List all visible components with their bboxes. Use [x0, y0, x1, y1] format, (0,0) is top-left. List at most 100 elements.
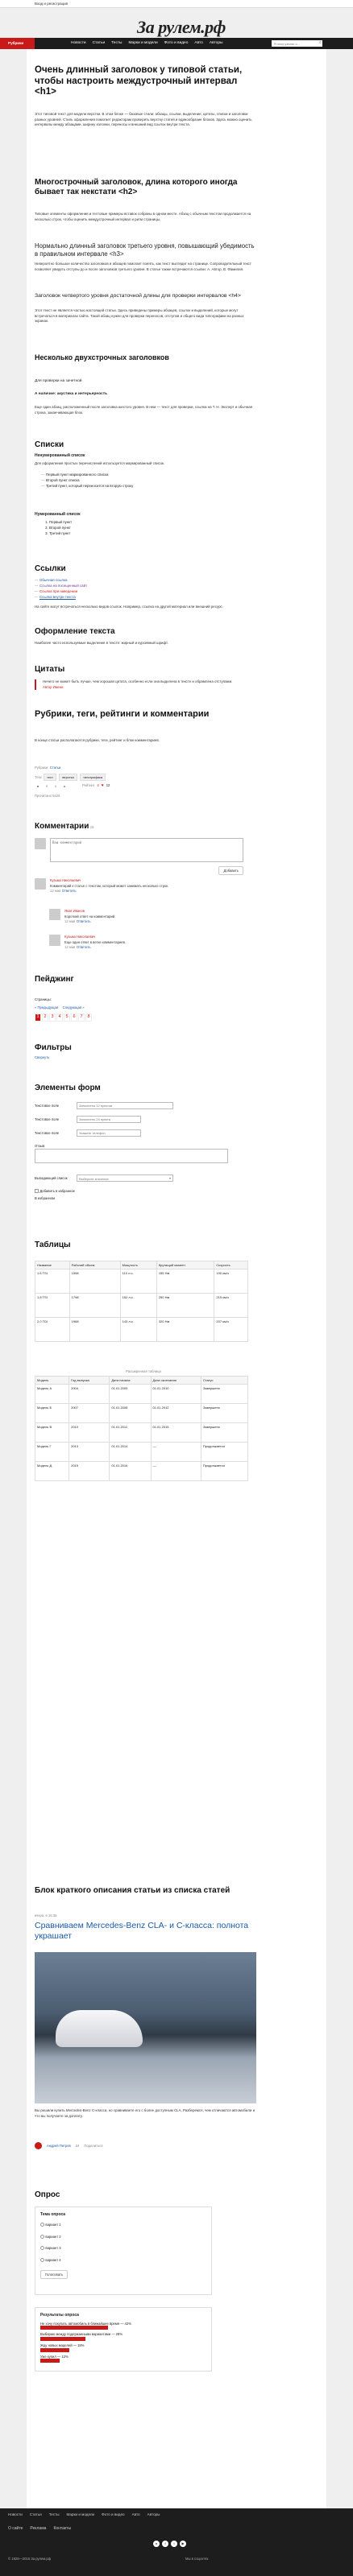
reply-link[interactable]: Ответить	[62, 889, 77, 893]
paging-title: Пейджинг	[35, 975, 74, 984]
youtube-icon[interactable]: ▶	[180, 2541, 186, 2547]
rubrics-menu-button[interactable]: Рубрики	[0, 38, 35, 49]
comment-author[interactable]: Кузьма Николаевич	[50, 878, 81, 882]
nav-item-articles[interactable]: Статьи	[93, 41, 106, 46]
main-nav: Рубрики Новости Статьи Тесты Марки и мод…	[0, 38, 353, 49]
paging-next[interactable]: Следующая »	[63, 1005, 85, 1009]
page-number[interactable]: 3	[49, 1013, 56, 1022]
vote-button[interactable]: Голосовать	[40, 2269, 69, 2280]
review-textarea[interactable]	[35, 1148, 228, 1163]
twitter-icon[interactable]: t	[52, 783, 59, 790]
facebook-icon[interactable]: f	[44, 783, 50, 790]
paging-prev[interactable]: « Предыдущая	[35, 1005, 58, 1009]
copyright: © 1928—2016 За рулем.рф	[8, 2557, 52, 2561]
site-logo[interactable]: За рулем.рф	[137, 15, 226, 39]
radio[interactable]	[40, 2234, 44, 2239]
typography-title: Оформление текста	[35, 627, 115, 636]
page-number[interactable]: 4	[56, 1013, 63, 1022]
content-area: Очень длинный заголовок у типовой статьи…	[27, 49, 326, 2508]
footer-link[interactable]: О сайте	[8, 2526, 23, 2532]
table-header-row: Название Рабочий объем Мощность Крутящий мо…	[35, 1260, 248, 1270]
footer-link[interactable]: Контакты	[53, 2526, 71, 2532]
comment-author[interactable]: Яков Иванов	[64, 909, 85, 913]
tag[interactable]: тест	[44, 774, 56, 782]
comment-submit-button[interactable]: Добавить	[218, 865, 243, 876]
nav-item-news[interactable]: Новости	[71, 41, 86, 46]
radio[interactable]	[40, 2222, 44, 2227]
table-2: Расширенная таблица Модель Год выпуска Дат…	[34, 1369, 252, 1482]
login-link[interactable]: Вход и регистрация	[35, 2, 68, 6]
search-input[interactable]	[272, 40, 322, 47]
page-number[interactable]: 8	[85, 1013, 92, 1022]
phone-field[interactable]	[77, 1129, 141, 1137]
rubrics-paragraph: В конце статьи располагаются рубрики, те…	[35, 738, 160, 742]
twitter-icon[interactable]: t	[171, 2541, 177, 2547]
select-dropdown[interactable]: Выберите значение ▾	[77, 1174, 173, 1182]
rubric-link[interactable]: Статьи	[50, 766, 61, 770]
links-list: Обычная ссылка Ссылка на посещенный сайт…	[35, 577, 256, 600]
footer-link[interactable]: Авторы	[147, 2512, 160, 2517]
nav-items: Новости Статьи Тесты Марки и модели Фото…	[71, 41, 222, 46]
reply-link[interactable]: Ответить	[77, 919, 91, 923]
footer-link[interactable]: Фото и видео	[102, 2512, 124, 2517]
heading-h3: Нормально длинный заголовок третьего уро…	[35, 242, 255, 258]
nav-item-auto[interactable]: Авто	[194, 41, 202, 46]
paragraph-4: Этот текст не является частью настоящей …	[35, 308, 244, 324]
comment: Кузьма Николаевич Комментарий к статье с…	[35, 878, 256, 894]
poll-title: Опрос	[35, 2190, 60, 2199]
filters-title: Фильтры	[35, 1043, 72, 1052]
share-row: в f t о Рейтинг 4 ♥ 12	[35, 783, 256, 790]
nav-item-brands[interactable]: Марки и модели	[129, 41, 158, 46]
vk-icon[interactable]: в	[153, 2541, 160, 2547]
text-field[interactable]	[77, 1116, 141, 1123]
footer-link[interactable]: Реклама	[30, 2526, 46, 2532]
nav-item-authors[interactable]: Авторы	[210, 41, 223, 46]
article-photo[interactable]	[35, 1952, 256, 2103]
tag[interactable]: типографика	[80, 774, 106, 782]
ok-icon[interactable]: о	[61, 783, 68, 790]
form-row: Текстовое поле	[35, 1102, 256, 1109]
footer-link[interactable]: Авто	[132, 2512, 140, 2517]
page-number[interactable]: 6	[71, 1013, 77, 1022]
like-icon[interactable]: ♥	[102, 783, 104, 790]
quotes-title: Цитаты	[35, 665, 65, 674]
like-count: 12	[106, 783, 110, 787]
search-icon[interactable]: ⌕	[319, 40, 326, 47]
comment-textarea[interactable]	[50, 838, 243, 862]
top-bar: Вход и регистрация	[0, 0, 353, 8]
comment-author[interactable]: Кузьма Николаевич	[64, 935, 95, 939]
quote-author[interactable]: Автор Имени	[43, 685, 256, 690]
footer-link[interactable]: Тесты	[49, 2512, 60, 2517]
tag[interactable]: верстка	[59, 774, 77, 782]
vk-icon[interactable]: в	[35, 783, 41, 790]
radio[interactable]	[40, 2258, 44, 2263]
nav-item-media[interactable]: Фото и видео	[164, 41, 189, 46]
footer-link[interactable]: Новости	[8, 2512, 23, 2517]
radio[interactable]	[40, 2246, 44, 2251]
nav-item-tests[interactable]: Тесты	[111, 41, 122, 46]
text-field[interactable]	[77, 1102, 173, 1109]
link-normal[interactable]: Обычная ссылка	[39, 578, 67, 582]
footer-link[interactable]: Статьи	[30, 2512, 42, 2517]
filters-toggle-link[interactable]: Свернуть	[35, 1055, 49, 1059]
links-title: Ссылки	[35, 564, 66, 573]
paging-prev-next: « Предыдущая Следующая »	[35, 1005, 256, 1011]
brief-headline[interactable]: Сравниваем Mercedes-Benz CLA- и C-класса…	[35, 1921, 256, 1941]
page-number[interactable]: 1	[35, 1013, 41, 1022]
checkbox[interactable]	[35, 1189, 39, 1194]
reply-link[interactable]: Ответить	[77, 945, 91, 949]
comment-date: 12 мая	[64, 945, 76, 950]
facebook-icon[interactable]: f	[162, 2541, 168, 2547]
page-number[interactable]: 7	[78, 1013, 85, 1022]
brief-share[interactable]: Поделиться	[84, 2144, 102, 2149]
table-row: Модель А 2004 01.01.2005 01.01.2010 Завершен…	[34, 1384, 249, 1405]
comment-bubble-icon[interactable]	[35, 2142, 42, 2149]
link-visited[interactable]: Ссылка на посещенный сайт	[39, 584, 87, 588]
page-number[interactable]: 2	[42, 1013, 48, 1022]
link-hover[interactable]: Ссылка при наведении	[39, 589, 77, 593]
link-inline[interactable]: Ссылка внутри текста	[39, 595, 76, 599]
brief-author[interactable]: Андрей Петров	[47, 2144, 71, 2149]
page-number[interactable]: 5	[64, 1013, 70, 1022]
brief-footer: Андрей Петров 24 Поделиться	[35, 2142, 256, 2149]
footer-link[interactable]: Марки и модели	[67, 2512, 95, 2517]
